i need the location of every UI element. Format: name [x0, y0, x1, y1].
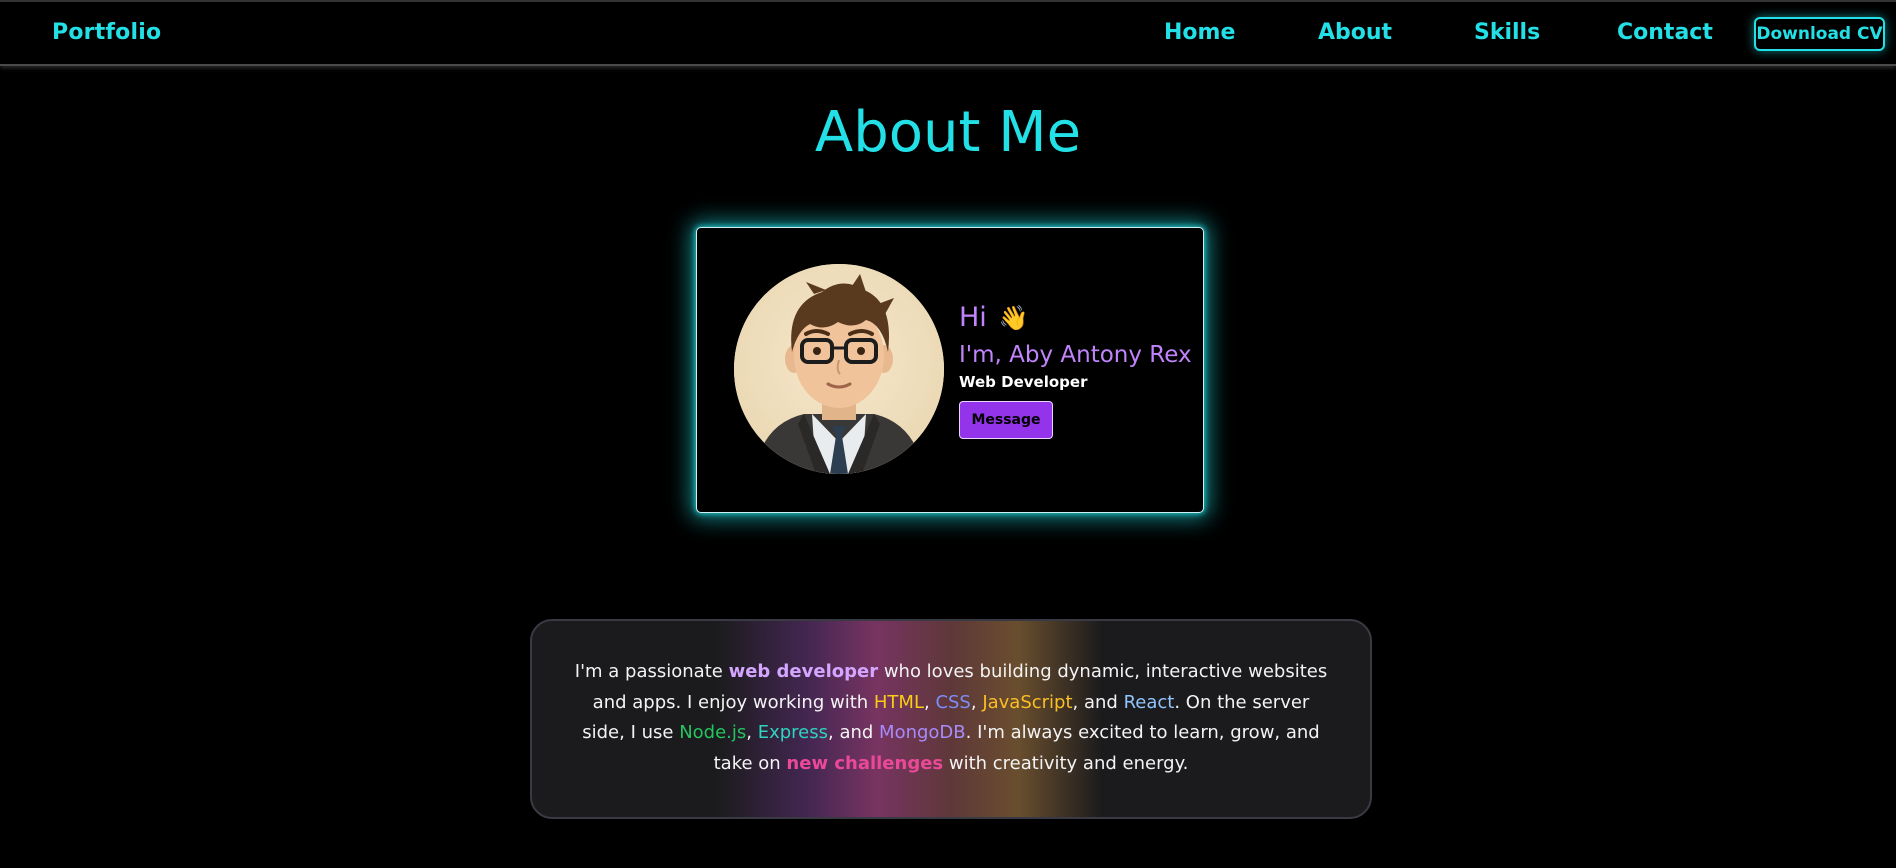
bio-highlight-new-challenges: new challenges [786, 752, 944, 774]
bio-card: I'm a passionate web developer who loves… [530, 619, 1372, 819]
bio-text-segment: I'm a passionate [574, 661, 729, 682]
profile-role: Web Developer [959, 373, 1088, 391]
nav-link-skills[interactable]: Skills [1474, 20, 1540, 45]
nav-links: Home About Skills Contact [0, 20, 1896, 54]
download-cv-button[interactable]: Download CV [1754, 17, 1885, 51]
bio-paragraph: I'm a passionate web developer who loves… [572, 657, 1330, 779]
nav-link-home[interactable]: Home [1164, 20, 1235, 45]
bio-highlight-react: React [1123, 691, 1175, 713]
bio-highlight-express: Express [757, 722, 829, 743]
greeting-heading: Hi 👋 [959, 302, 1029, 334]
cartoon-avatar-icon [734, 264, 944, 474]
bio-highlight-nodejs: Node.js [679, 722, 747, 743]
bio-highlight-javascript: JavaScript [982, 691, 1073, 713]
bio-highlight-html: HTML [873, 691, 924, 713]
page-title: About Me [814, 100, 1082, 165]
bio-highlight-web-developer: web developer [728, 661, 879, 682]
profile-card: Hi 👋 I'm, Aby Antony Rex Web Developer Me… [696, 227, 1204, 513]
message-button[interactable]: Message [959, 401, 1053, 439]
bio-separator: , [746, 722, 758, 743]
nav-link-contact[interactable]: Contact [1617, 20, 1713, 45]
wave-icon: 👋 [998, 304, 1029, 332]
bio-highlight-mongodb: MongoDB [879, 722, 966, 743]
bio-separator: , [970, 691, 983, 713]
bio-separator: , [923, 691, 936, 713]
greeting-text: Hi [959, 302, 987, 333]
bio-separator: , and [1072, 691, 1124, 713]
profile-name: I'm, Aby Antony Rex [959, 342, 1192, 368]
nav-link-about[interactable]: About [1318, 20, 1392, 45]
bio-text-segment: with creativity and energy. [943, 752, 1189, 774]
bio-highlight-css: CSS [935, 691, 971, 713]
avatar-illustration [734, 264, 944, 474]
navbar: Portfolio Home About Skills Contact Down… [0, 0, 1896, 66]
bio-separator: , and [828, 722, 880, 743]
